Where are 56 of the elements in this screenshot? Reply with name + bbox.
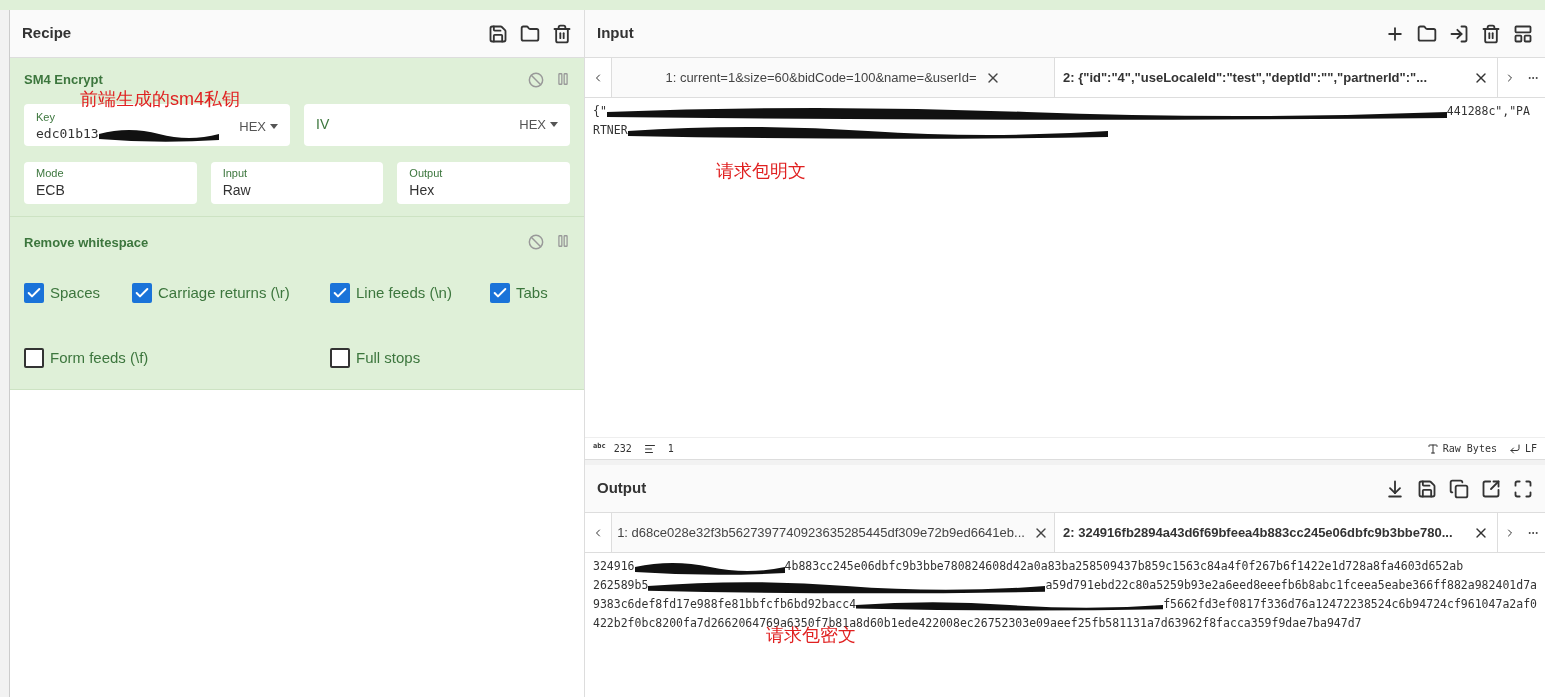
text-line: 441288c","PA	[1446, 103, 1530, 120]
maximize-icon[interactable]	[1513, 478, 1533, 499]
checkbox[interactable]	[24, 347, 44, 368]
folder-icon[interactable]	[520, 23, 540, 44]
checkbox-label: Tabs	[516, 283, 548, 303]
encoding-button[interactable]: Raw Bytes	[1442, 441, 1497, 456]
text-line: 4b883cc245e06dbfc9b3bbe780824608d42a0a83ba258509437b859c1563c84a4f0f267b6f1422e1d728a8fa4603d652ab	[784, 558, 1464, 575]
iv-field[interactable]: IV HEX	[304, 103, 570, 146]
replace-input-icon[interactable]	[1481, 478, 1501, 499]
text-line: RTNER	[593, 122, 628, 139]
field[interactable]: Input Raw	[210, 161, 384, 204]
checkbox[interactable]	[132, 283, 152, 304]
checkbox-label: Carriage returns (\r)	[158, 283, 290, 303]
field[interactable]: Mode ECB	[24, 161, 197, 204]
import-icon[interactable]	[1449, 23, 1469, 44]
eol-button[interactable]: LF	[1524, 441, 1537, 456]
caret-icon	[270, 124, 278, 129]
operation-title: SM4 Encrypt	[24, 71, 103, 89]
caret-icon	[550, 122, 558, 127]
field[interactable]: Output Hex	[397, 161, 570, 204]
trash-icon[interactable]	[552, 23, 572, 44]
operation-title: Remove whitespace	[24, 233, 149, 252]
text-line: 9383c6def8fd17e988fe81bbfcfb6bd92bacc4	[593, 596, 857, 613]
text-line: 324916	[593, 558, 635, 575]
copy-icon[interactable]	[1449, 478, 1469, 499]
checkbox[interactable]	[490, 283, 510, 304]
panel-title: Input	[597, 23, 634, 44]
text-line: 262589b5	[593, 577, 649, 594]
return-icon	[1508, 442, 1521, 455]
save-icon[interactable]	[1417, 478, 1437, 499]
panel-title: Output	[597, 478, 647, 499]
download-icon[interactable]	[1385, 478, 1405, 499]
lines-icon	[643, 442, 656, 455]
checkbox-label: Full stops	[356, 347, 421, 368]
panel-title: Recipe	[22, 23, 72, 44]
checkbox-label: Form feeds (\f)	[50, 347, 149, 368]
checkbox[interactable]	[24, 283, 44, 304]
text-icon	[1426, 442, 1439, 455]
trash-icon[interactable]	[1481, 23, 1501, 44]
checkbox[interactable]	[330, 283, 350, 304]
iv-input[interactable]: IV	[316, 114, 520, 135]
annotation-text: 请求包明文	[716, 160, 806, 183]
tab[interactable]: 2: 324916fb2894a43d6f69bfeea4b883cc245e06dbfc9b3bbe780...	[1063, 522, 1453, 543]
save-icon[interactable]	[488, 23, 508, 44]
tab[interactable]: 2: {"id":"4","useLocaleId":"test","deptId":"","partnerId":"...	[1063, 67, 1428, 88]
checkbox-label: Line feeds (\n)	[356, 283, 452, 303]
text-line: f5662fd3ef0817f336d76a12472238524c6b94724cf961047a2af0	[1163, 596, 1537, 613]
layout-icon[interactable]	[1513, 23, 1533, 44]
folder-icon[interactable]	[1417, 23, 1437, 44]
checkbox[interactable]	[330, 347, 350, 368]
status-text: 1	[667, 442, 674, 456]
format-dropdown[interactable]: HEX	[239, 116, 278, 137]
checkbox-label: Spaces	[50, 283, 101, 303]
text-line: a59d791ebd22c80a5259b93e2a6eed8eeefb6b8abc1fceea5eabe366ff882a982401d7a	[1045, 577, 1537, 594]
format-dropdown[interactable]: HEX	[519, 114, 558, 135]
text-line: {"	[593, 103, 607, 120]
